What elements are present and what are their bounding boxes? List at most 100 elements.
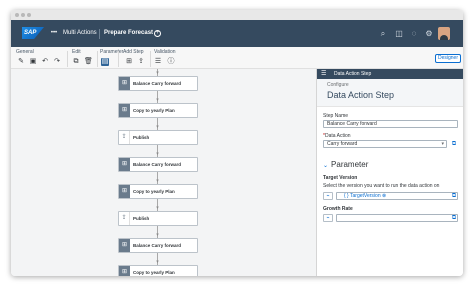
flow-arrow-icon: ▾ [156, 151, 159, 157]
toolbar-group-validation: Validation [154, 49, 176, 55]
flow-step-label: Copy to yearly Plan [133, 108, 175, 113]
toolbar-separator [118, 51, 119, 67]
flow-arrow-icon: ▾ [156, 97, 159, 103]
toolbar-separator [97, 51, 98, 67]
data-action-icon: ⊞ [119, 104, 130, 117]
toolbar-group-general: General [16, 49, 34, 55]
info-icon[interactable]: ⓘ [167, 58, 175, 66]
designer-button[interactable]: Designer [435, 54, 461, 63]
link-icon[interactable]: ⌁ [323, 214, 333, 222]
data-action-icon: ⊞ [119, 266, 130, 276]
growth-rate-label: Growth Rate [323, 206, 353, 212]
flow-step[interactable]: ⊞ Balance Carry forward [118, 157, 198, 172]
value-help-icon[interactable]: ⧉ [450, 214, 458, 222]
menu-dots-icon[interactable]: ••• [48, 28, 60, 39]
flow-arrow-icon: ▾ [156, 259, 159, 265]
toolbar-group-edit: Edit [72, 49, 81, 55]
help-icon[interactable]: ◌ [409, 28, 419, 39]
flow-step-label: Balance Carry forward [133, 243, 182, 248]
target-version-help: Select the version you want to run the d… [323, 183, 440, 189]
toolbar: General ✎ ▣ ↶ ↷ Edit ⧉ 🗑 Parameter ▤ Add… [11, 47, 463, 69]
copy-icon[interactable]: ⧉ [72, 58, 80, 66]
panel-header: ☰ Data Action Step [317, 69, 463, 79]
window-maximize-dot[interactable] [27, 13, 31, 17]
panel-title: Data Action Step [327, 90, 395, 100]
toolbar-group-parameter: Parameter [100, 49, 124, 55]
add-tab-icon[interactable]: + [154, 30, 161, 37]
save-icon[interactable]: ▣ [29, 58, 37, 66]
flow-step[interactable]: ⊞ Balance Carry forward [118, 76, 198, 91]
step-name-input[interactable]: Balance Carry forward [323, 120, 458, 128]
flow-step-label: Balance Carry forward [133, 162, 182, 167]
parameter-heading: Parameter [331, 160, 369, 169]
open-data-action-icon[interactable]: ⧉ [450, 140, 458, 148]
window-close-dot[interactable] [15, 13, 19, 17]
data-action-value: Carry forward [327, 141, 358, 147]
publish-icon: ⇪ [119, 212, 130, 225]
parameter-icon[interactable]: ▤ [101, 58, 109, 66]
flow-arrow-icon: ▾ [156, 178, 159, 184]
window-titlebar [11, 10, 463, 20]
flow-step[interactable]: ⇪ Publish [118, 211, 198, 226]
search-icon[interactable]: ⌕ [378, 28, 388, 39]
toolbar-group-add-step: Add Step [123, 49, 144, 55]
shell-bar: SAP ••• Multi Actions Prepare Forecast +… [11, 20, 463, 47]
data-action-label-text: Data Action [324, 133, 351, 139]
flow-step-label: Publish [133, 216, 150, 221]
avatar[interactable] [438, 27, 450, 40]
shell-divider [99, 29, 100, 39]
data-action-select[interactable]: Carry forward ▾ [323, 140, 447, 148]
target-version-token[interactable]: { } TargetVersion ⊗ [344, 193, 386, 199]
sap-logo[interactable]: SAP [22, 27, 44, 39]
panel-header-title: Data Action Step [334, 71, 372, 77]
toolbar-separator [67, 51, 68, 67]
validate-list-icon[interactable]: ☰ [154, 58, 162, 66]
window-minimize-dot[interactable] [21, 13, 25, 17]
notifications-icon[interactable]: ◫ [394, 28, 404, 39]
chevron-down-icon[interactable]: ⌄ [323, 163, 328, 169]
app-name[interactable]: Multi Actions [63, 20, 97, 47]
data-action-icon: ⊞ [119, 185, 130, 198]
panel-collapse-icon[interactable]: ☰ [321, 69, 326, 79]
parameter-section-header[interactable]: ⌄ Parameter [323, 160, 368, 169]
flow-step[interactable]: ⊞ Copy to yearly Plan [118, 265, 198, 276]
flow-canvas[interactable]: ▾ ⊞ Balance Carry forward ▾ ⊞ Copy to yearly … [11, 69, 316, 276]
flow-arrow-icon: ▾ [156, 70, 159, 76]
settings-icon[interactable]: ⚙ [424, 28, 434, 39]
flow-step-label: Copy to yearly Plan [133, 270, 175, 275]
flow-step-label: Publish [133, 135, 150, 140]
undo-icon[interactable]: ↶ [41, 58, 49, 66]
step-properties-panel: ☰ Data Action Step Configure Data Action… [316, 69, 463, 276]
edit-pencil-icon[interactable]: ✎ [17, 58, 25, 66]
app-window: SAP ••• Multi Actions Prepare Forecast +… [11, 10, 463, 276]
growth-rate-input[interactable] [336, 214, 458, 222]
data-action-icon: ⊞ [119, 239, 130, 252]
flow-arrow-icon: ▾ [156, 232, 159, 238]
chevron-down-icon[interactable]: ▾ [441, 141, 444, 147]
data-action-label: *Data Action [323, 133, 351, 139]
flow-arrow-icon: ▾ [156, 205, 159, 211]
add-data-action-icon[interactable]: ⊞ [125, 58, 133, 66]
configure-label: Configure [327, 82, 349, 88]
toolbar-separator [150, 51, 151, 67]
add-publish-icon[interactable]: ⇪ [137, 58, 145, 66]
panel-title-area: Configure Data Action Step [317, 79, 463, 107]
value-help-icon[interactable]: ⧉ [450, 192, 458, 200]
target-version-label: Target Version [323, 175, 358, 181]
flow-step[interactable]: ⊞ Copy to yearly Plan [118, 184, 198, 199]
data-action-icon: ⊞ [119, 77, 130, 90]
step-name-label: Step Name [323, 113, 349, 119]
flow-step-label: Balance Carry forward [133, 81, 182, 86]
tab-title[interactable]: Prepare Forecast [104, 20, 153, 47]
publish-icon: ⇪ [119, 131, 130, 144]
flow-step-label: Copy to yearly Plan [133, 189, 175, 194]
flow-arrow-icon: ▾ [156, 124, 159, 130]
target-version-token-text: TargetVersion [350, 193, 381, 199]
redo-icon[interactable]: ↷ [53, 58, 61, 66]
flow-step[interactable]: ⊞ Balance Carry forward [118, 238, 198, 253]
delete-icon[interactable]: 🗑 [84, 58, 93, 66]
flow-step[interactable]: ⊞ Copy to yearly Plan [118, 103, 198, 118]
link-icon[interactable]: ⌁ [323, 192, 333, 200]
flow-step[interactable]: ⇪ Publish [118, 130, 198, 145]
data-action-icon: ⊞ [119, 158, 130, 171]
